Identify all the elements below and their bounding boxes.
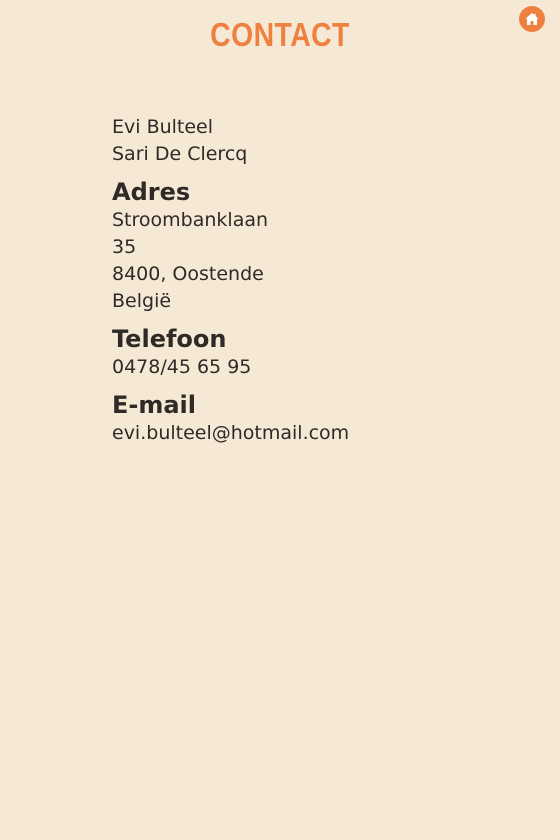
address-heading: Adres [112,178,191,206]
email-address: evi.bulteel@hotmail.com [112,422,350,444]
contact-name-1: Evi Bulteel [112,116,214,138]
address-country: België [112,290,172,312]
home-button[interactable] [519,6,545,32]
contact-details: Evi Bulteel Sari De Clercq Adres Stroomb… [112,114,532,447]
email-heading: E-mail [112,391,197,419]
address-number: 35 [112,236,137,258]
address-city: 8400, Oostende [112,263,264,285]
home-icon [525,13,539,25]
contact-name-2: Sari De Clercq [112,143,248,165]
page-title: CONTACT [210,16,350,53]
phone-heading: Telefoon [112,325,227,353]
address-street: Stroombanklaan [112,209,269,231]
phone-number: 0478/45 65 95 [112,356,252,378]
